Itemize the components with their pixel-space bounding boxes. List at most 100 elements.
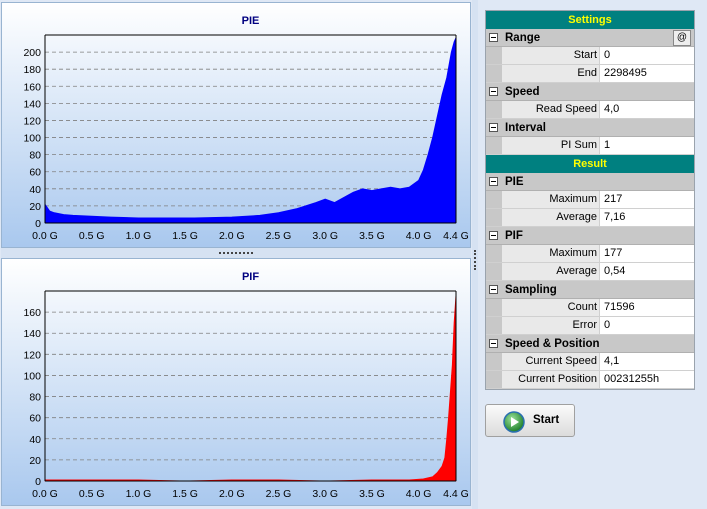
category-label: Interval [505, 122, 546, 134]
collapse-icon[interactable] [489, 87, 498, 96]
property-count[interactable]: Count 71596 [486, 299, 694, 317]
category-interval[interactable]: Interval [486, 119, 694, 137]
property-label: Start [502, 47, 600, 64]
read-speed-field[interactable]: 4,0 [602, 101, 694, 118]
at-button[interactable]: @ [673, 30, 691, 46]
chart-title: PIE [242, 15, 260, 27]
property-pif-average[interactable]: Average 0,54 [486, 263, 694, 281]
property-pi-sum[interactable]: PI Sum 1 [486, 137, 694, 155]
y-tick-label: 80 [29, 150, 41, 162]
y-tick-label: 40 [29, 184, 41, 196]
x-tick-label: 0.5 G [79, 488, 105, 500]
category-pif[interactable]: PIF [486, 227, 694, 245]
y-tick-label: 40 [29, 434, 41, 446]
row-gutter [486, 47, 502, 64]
property-error[interactable]: Error 0 [486, 317, 694, 335]
current-speed-value[interactable]: 4,1 [602, 353, 694, 370]
property-label: Maximum [502, 245, 600, 262]
pie-maximum-value[interactable]: 217 [602, 191, 694, 208]
y-tick-label: 120 [23, 349, 41, 361]
y-tick-label: 120 [23, 115, 41, 127]
start-value-field[interactable]: 0 [602, 47, 694, 64]
row-gutter [486, 101, 502, 118]
y-tick-label: 20 [29, 201, 41, 213]
property-label: PI Sum [502, 137, 600, 154]
property-label: Average [502, 263, 600, 280]
y-tick-label: 140 [23, 98, 41, 110]
pie-average-value[interactable]: 7,16 [602, 209, 694, 226]
row-gutter [486, 209, 502, 226]
row-gutter [486, 263, 502, 280]
horizontal-splitter[interactable] [1, 248, 471, 258]
x-tick-label: 4.0 G [406, 230, 432, 242]
y-tick-label: 0 [35, 218, 41, 230]
x-tick-label: 3.5 G [359, 230, 385, 242]
start-button[interactable]: Start [485, 404, 575, 437]
y-tick-label: 80 [29, 392, 41, 404]
property-pie-maximum[interactable]: Maximum 217 [486, 191, 694, 209]
category-sampling[interactable]: Sampling [486, 281, 694, 299]
pif-maximum-value[interactable]: 177 [602, 245, 694, 262]
chart-background [2, 259, 470, 505]
end-value-field[interactable]: 2298495 [602, 65, 694, 82]
collapse-icon[interactable] [489, 33, 498, 42]
x-tick-label: 3.5 G [359, 488, 385, 500]
x-tick-label: 1.5 G [172, 230, 198, 242]
x-tick-label: 4.0 G [406, 488, 432, 500]
property-pif-maximum[interactable]: Maximum 177 [486, 245, 694, 263]
x-tick-label: 2.0 G [219, 230, 245, 242]
x-tick-label: 2.0 G [219, 488, 245, 500]
property-end[interactable]: End 2298495 [486, 65, 694, 83]
current-position-value[interactable]: 00231255h [602, 371, 694, 388]
x-tick-label: 1.0 G [126, 488, 152, 500]
property-label: Count [502, 299, 600, 316]
category-range[interactable]: Range @ [486, 29, 694, 47]
pi-sum-field[interactable]: 1 [602, 137, 694, 154]
pif-average-value[interactable]: 0,54 [602, 263, 694, 280]
category-label: Speed & Position [505, 338, 600, 350]
collapse-icon[interactable] [489, 339, 498, 348]
property-start[interactable]: Start 0 [486, 47, 694, 65]
count-value[interactable]: 71596 [602, 299, 694, 316]
property-label: Error [502, 317, 600, 334]
y-tick-label: 100 [23, 133, 41, 145]
property-current-position[interactable]: Current Position 00231255h [486, 371, 694, 389]
x-tick-label: 1.5 G [172, 488, 198, 500]
property-label: End [502, 65, 600, 82]
collapse-icon[interactable] [489, 285, 498, 294]
x-tick-label: 3.0 G [312, 230, 338, 242]
y-tick-label: 160 [23, 307, 41, 319]
property-label: Read Speed [502, 101, 600, 118]
x-tick-label: 1.0 G [126, 230, 152, 242]
chart-title: PIF [242, 271, 259, 283]
y-tick-label: 60 [29, 167, 41, 179]
y-tick-label: 0 [35, 476, 41, 488]
property-label: Current Position [502, 371, 600, 388]
collapse-icon[interactable] [489, 231, 498, 240]
property-pie-average[interactable]: Average 7,16 [486, 209, 694, 227]
collapse-icon[interactable] [489, 177, 498, 186]
y-tick-label: 200 [23, 47, 41, 59]
error-value[interactable]: 0 [602, 317, 694, 334]
property-label: Maximum [502, 191, 600, 208]
play-icon [503, 411, 525, 433]
category-speed[interactable]: Speed [486, 83, 694, 101]
row-gutter [486, 299, 502, 316]
property-read-speed[interactable]: Read Speed 4,0 [486, 101, 694, 119]
category-speed-position[interactable]: Speed & Position [486, 335, 694, 353]
category-pie[interactable]: PIE [486, 173, 694, 191]
x-tick-label: 2.5 G [266, 230, 292, 242]
property-label: Current Speed [502, 353, 600, 370]
collapse-icon[interactable] [489, 123, 498, 132]
x-tick-label: 0.0 G [32, 488, 58, 500]
pif-chart-panel: PIF 0 20 40 60 80 100 120 140 160 0.0 G 0.5 G 1.0 G 1… [1, 258, 471, 506]
y-tick-label: 160 [23, 81, 41, 93]
pie-chart-panel: PIE 0 20 40 60 80 100 120 140 160 180 200 0.0 G 0.5 G… [1, 2, 471, 248]
start-button-label: Start [533, 414, 560, 426]
category-label: Speed [505, 86, 540, 98]
x-tick-label: 0.5 G [79, 230, 105, 242]
row-gutter [486, 317, 502, 334]
x-tick-label: 0.0 G [32, 230, 58, 242]
property-current-speed[interactable]: Current Speed 4,1 [486, 353, 694, 371]
row-gutter [486, 353, 502, 370]
